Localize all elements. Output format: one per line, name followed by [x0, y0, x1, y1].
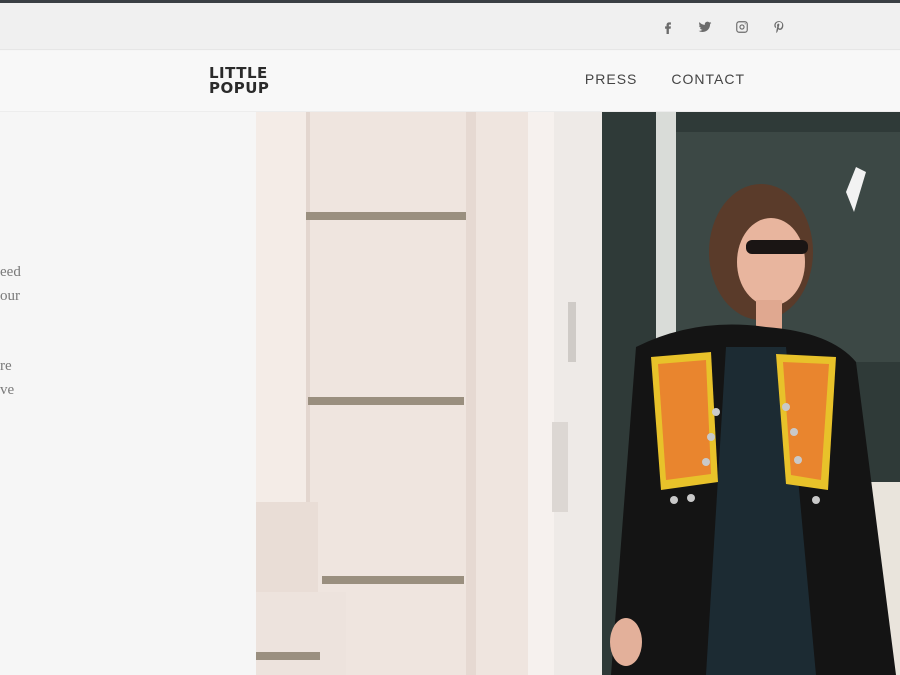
pinterest-icon[interactable] [769, 17, 788, 36]
main-nav: LITTLE POPUP PRESS CONTACT [0, 51, 900, 112]
social-icons [658, 17, 788, 36]
nav-links: PRESS CONTACT [585, 71, 745, 87]
paragraph-fragment: ve [0, 382, 15, 398]
paragraph-fragment: our [0, 288, 20, 304]
nav-item-contact[interactable]: CONTACT [671, 71, 745, 87]
instagram-icon[interactable] [732, 17, 751, 36]
social-bar [0, 3, 900, 50]
left-text-panel: eed our re ve [0, 112, 256, 675]
logo[interactable]: LITTLE POPUP [209, 66, 289, 98]
paragraph-fragment: eed [0, 264, 21, 280]
facebook-icon[interactable] [658, 17, 677, 36]
twitter-icon[interactable] [695, 17, 714, 36]
hero-photo-illustration [256, 112, 900, 675]
paragraph-fragment: re [0, 358, 12, 374]
nav-item-press[interactable]: PRESS [585, 71, 637, 87]
logo-line-2: POPUP [209, 79, 270, 97]
hero-photo [256, 112, 900, 675]
